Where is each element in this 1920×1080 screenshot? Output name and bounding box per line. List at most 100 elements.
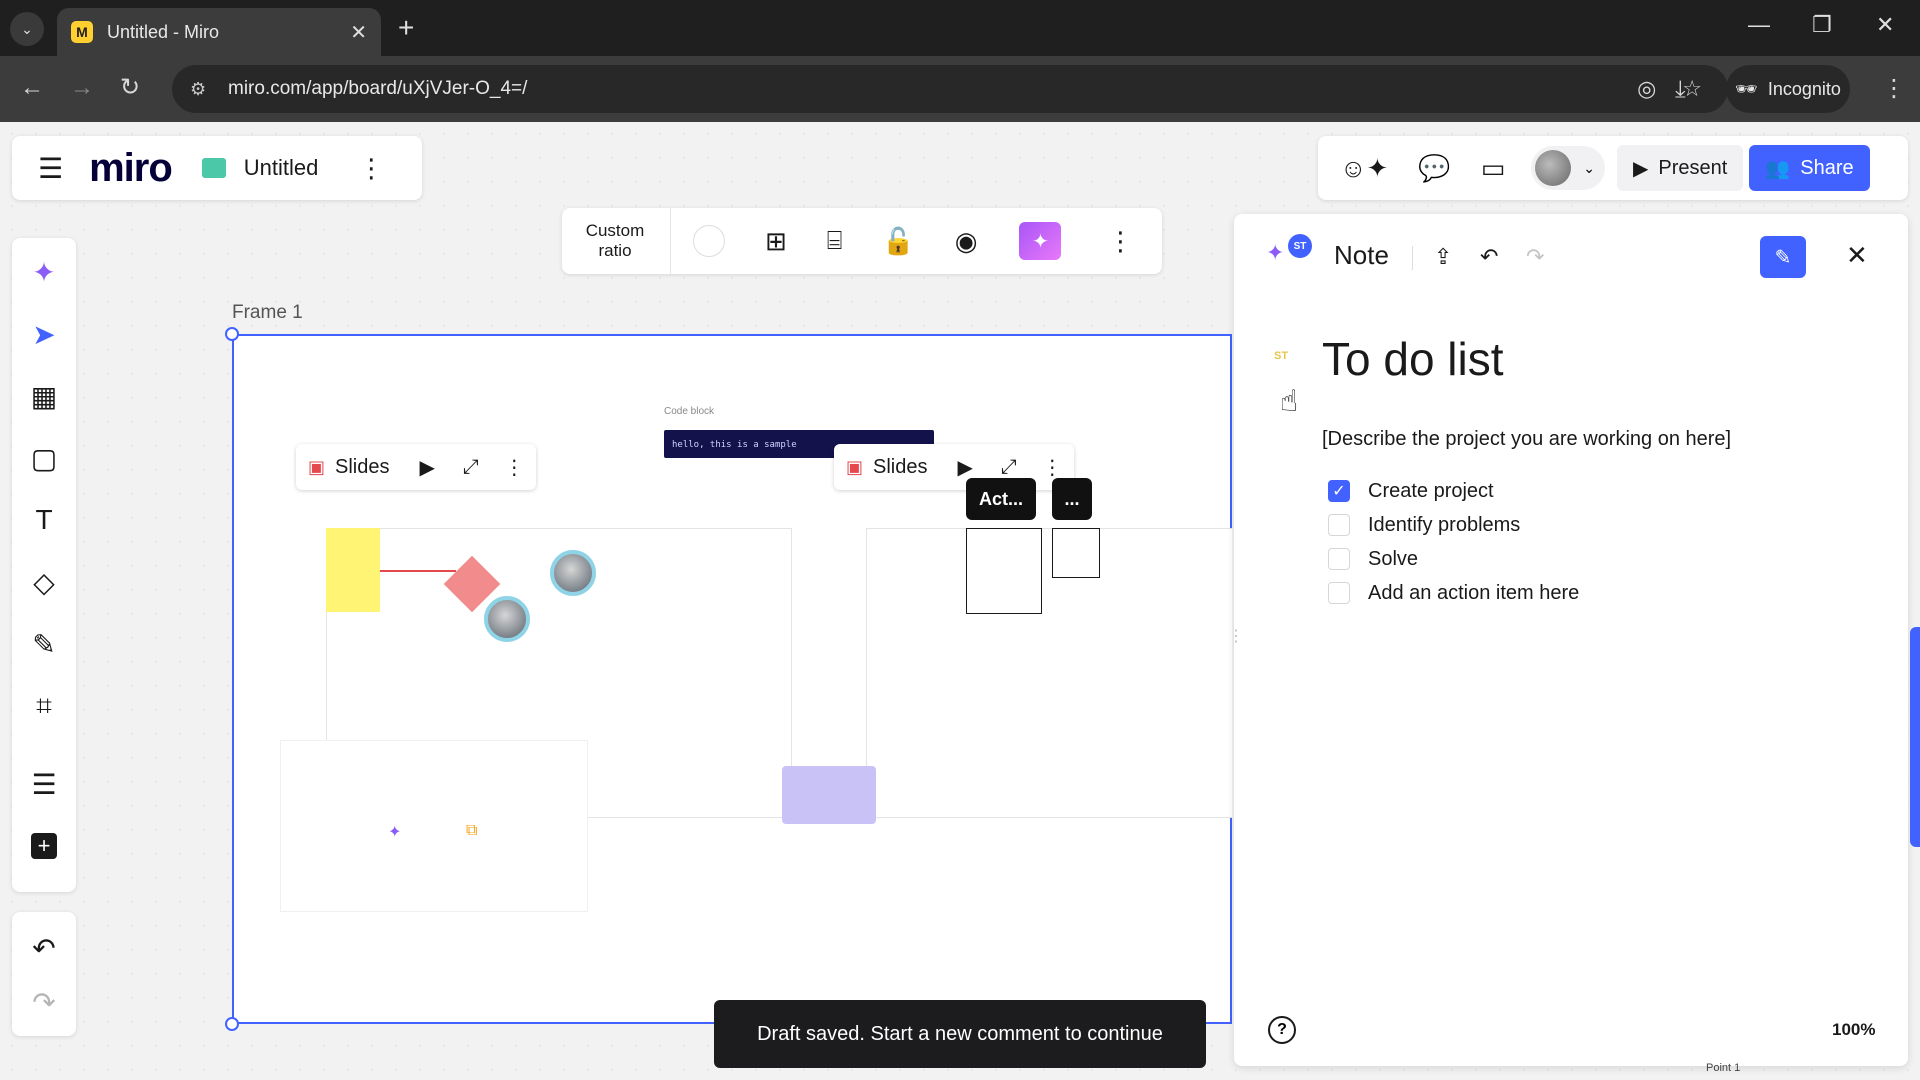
download-icon[interactable]: ⤓ [1675, 76, 1686, 104]
action-chip[interactable]: Act... [966, 478, 1036, 520]
undo-icon[interactable]: ↶ [1480, 244, 1498, 270]
board-icon [201, 158, 226, 178]
list-item: Add an action item here [1328, 576, 1579, 610]
todo-list: ✓ Create project Identify problems Solve… [1328, 474, 1579, 610]
play-icon[interactable]: ▶ [944, 455, 988, 480]
ai-assist-button[interactable]: ✦ [1019, 222, 1062, 260]
slide-card[interactable] [280, 740, 588, 912]
list-item-label[interactable]: Create project [1368, 480, 1494, 503]
zoom-level[interactable]: 100% [1832, 1020, 1875, 1040]
select-cursor-icon[interactable]: ➤ [12, 308, 76, 360]
ai-sparkle-icon[interactable]: ✦ [388, 822, 401, 842]
site-info-icon[interactable]: ⚙ [190, 79, 214, 100]
checkbox[interactable] [1328, 548, 1350, 570]
comments-icon[interactable]: 💬 [1418, 153, 1450, 184]
list-item-label[interactable]: Add an action item here [1368, 582, 1579, 605]
tab-search-icon[interactable]: ⌄ [10, 12, 44, 46]
browser-tab-bar: ⌄ M Untitled - Miro ✕ + — ❐ ✕ [0, 0, 1920, 56]
notes-doc-icon[interactable]: ☰ [12, 758, 76, 810]
rectangle-shape[interactable] [966, 528, 1042, 614]
minimize-icon[interactable]: — [1748, 12, 1770, 38]
more-tools-icon[interactable]: + [12, 820, 76, 872]
custom-ratio-button[interactable]: Custom ratio [572, 221, 658, 261]
visibility-eye-icon[interactable]: ◉ [955, 226, 978, 257]
collaborators-dropdown[interactable]: ⌄ [1531, 146, 1606, 190]
reload-icon[interactable]: ↻ [120, 74, 140, 102]
board-options-icon[interactable]: ⋮ [358, 153, 384, 184]
frame-label[interactable]: Frame 1 [232, 302, 303, 324]
checkbox[interactable] [1328, 514, 1350, 536]
resize-handle[interactable]: ⋮ [1228, 626, 1244, 646]
back-icon[interactable]: ← [20, 74, 44, 102]
browser-menu-icon[interactable]: ⋮ [1882, 74, 1906, 103]
resize-handle[interactable] [225, 327, 239, 341]
avatar[interactable] [550, 550, 596, 596]
pen-icon[interactable]: ✎ [12, 618, 76, 670]
slides-label[interactable]: Slides [873, 456, 927, 479]
frame-color-picker[interactable] [693, 225, 725, 257]
more-options-icon[interactable]: ⋮ [493, 455, 537, 480]
doc-description[interactable]: [Describe the project you are working on… [1322, 428, 1731, 451]
frame-tool-icon[interactable]: ⌗ [12, 680, 76, 732]
doc-title[interactable]: To do list [1322, 332, 1504, 386]
expand-icon[interactable]: ⤢ [987, 456, 1031, 479]
text-tool-icon[interactable]: T [12, 494, 76, 546]
browser-tab[interactable]: M Untitled - Miro ✕ [57, 8, 381, 56]
list-item-label[interactable]: Identify problems [1368, 514, 1520, 537]
forward-icon[interactable]: → [70, 74, 94, 102]
expand-icon[interactable]: ⤢ [449, 456, 493, 479]
board-name[interactable]: Untitled [244, 155, 319, 181]
more-options-icon[interactable]: ⋮ [1107, 226, 1133, 257]
side-tab[interactable] [1910, 627, 1920, 847]
share-button[interactable]: 👥 Share [1749, 145, 1870, 191]
slide-card[interactable] [866, 528, 1232, 818]
url-text[interactable]: miro.com/app/board/uXjVJer-O_4=/ [228, 78, 1637, 100]
video-call-icon[interactable]: ▭ [1481, 153, 1506, 184]
user-badge: ST [1288, 234, 1312, 258]
window-close-icon[interactable]: ✕ [1876, 12, 1894, 38]
connector-line[interactable] [380, 570, 456, 572]
help-icon[interactable]: ? [1268, 1016, 1296, 1044]
resize-handle[interactable] [225, 1017, 239, 1031]
slides-template-icon[interactable]: ⌸ [827, 225, 843, 257]
eye-off-icon[interactable]: ◎ [1637, 76, 1656, 102]
rectangle-shape[interactable] [1052, 528, 1100, 578]
export-icon[interactable]: ⇪ [1434, 244, 1452, 270]
redo-icon[interactable]: ↷ [1526, 244, 1544, 270]
sticky-note-icon[interactable]: ▢ [12, 432, 76, 484]
main-menu-icon[interactable]: ☰ [38, 152, 63, 185]
play-icon[interactable]: ▶ [406, 455, 450, 480]
checkbox[interactable] [1328, 582, 1350, 604]
avatar[interactable] [484, 596, 530, 642]
new-tab-icon[interactable]: + [398, 14, 414, 42]
divider [1412, 246, 1413, 270]
more-chip[interactable]: ... [1052, 478, 1092, 520]
lock-icon[interactable]: 🔓 [882, 226, 914, 257]
list-item-label[interactable]: Solve [1368, 548, 1418, 571]
presentation-icon[interactable]: ⊞ [765, 226, 787, 257]
close-icon[interactable]: ✕ [1846, 240, 1868, 271]
ai-sparkle-icon[interactable]: ✦ [12, 246, 76, 298]
address-bar[interactable]: ⚙ miro.com/app/board/uXjVJer-O_4=/ ◎ ☆ [172, 65, 1728, 113]
slides-label[interactable]: Slides [335, 456, 389, 479]
close-tab-icon[interactable]: ✕ [350, 20, 367, 45]
checkbox[interactable]: ✓ [1328, 480, 1350, 502]
tab-title: Untitled - Miro [107, 21, 220, 42]
shapes-icon[interactable]: ◇ [12, 556, 76, 608]
miro-logo[interactable]: miro [89, 146, 173, 191]
mouse-cursor-icon: ☝ [1280, 385, 1299, 418]
shapes-icon[interactable]: ⧉ [466, 822, 477, 840]
board-canvas[interactable]: ☰ miro Untitled ⋮ ☺✦ 💬 ▭ ⌄ ▶ Present 👥 S… [0, 122, 1920, 1080]
reactions-icon[interactable]: ☺✦ [1340, 153, 1388, 184]
restore-icon[interactable]: ❐ [1812, 12, 1832, 38]
sticky-note[interactable] [326, 528, 380, 612]
edit-ai-button[interactable]: ✎ [1760, 236, 1806, 278]
present-button[interactable]: ▶ Present [1617, 145, 1744, 191]
redo-icon[interactable]: ↷ [12, 976, 76, 1028]
more-options-icon[interactable]: ⋮ [1031, 455, 1075, 480]
templates-icon[interactable]: ▦ [12, 370, 76, 422]
purple-card[interactable] [782, 766, 876, 824]
undo-icon[interactable]: ↶ [12, 922, 76, 974]
miro-favicon-icon: M [71, 21, 93, 43]
incognito-badge[interactable]: 🕶 Incognito [1726, 65, 1850, 113]
